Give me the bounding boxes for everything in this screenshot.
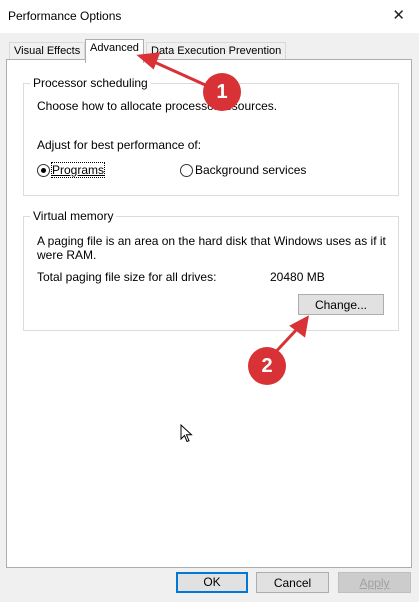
annotation-badge-1: 1 [203,73,241,111]
annotation-arrowhead-1 [136,52,161,70]
annotation-badge-2: 2 [248,347,286,385]
annotation-arrow-1 [151,59,213,90]
